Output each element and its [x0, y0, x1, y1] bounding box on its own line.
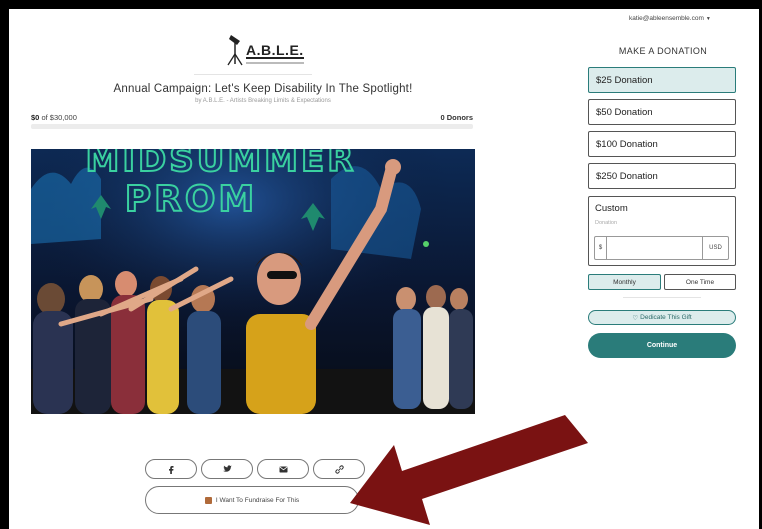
campaign-byline: by A.B.L.E. - Artists Breaking Limits & …: [195, 98, 331, 104]
link-icon: [334, 464, 344, 474]
able-logo: A.B.L.E.: [225, 32, 305, 70]
heart-icon: ♡: [632, 314, 639, 322]
custom-amount-input[interactable]: [607, 237, 702, 259]
raised-goal: of $30,000: [41, 113, 77, 122]
donation-page: katie@ableensemble.com ▼ A.B.L.E. Annual …: [9, 9, 759, 529]
account-email: katie@ableensemble.com: [629, 15, 704, 22]
share-facebook-button[interactable]: [145, 459, 197, 479]
share-buttons: [145, 459, 375, 479]
fundraise-button[interactable]: I Want To Fundraise For This: [145, 486, 359, 514]
donation-heading: MAKE A DONATION: [618, 46, 708, 56]
campaign-title: Annual Campaign: Let's Keep Disability I…: [113, 83, 413, 95]
fundraise-label: I Want To Fundraise For This: [215, 496, 300, 504]
logo-wordmark: A.B.L.E.: [246, 42, 304, 59]
account-menu[interactable]: katie@ableensemble.com ▼: [629, 15, 711, 22]
svg-text:PROM: PROM: [125, 179, 258, 220]
donor-count: 0 Donors: [440, 113, 473, 122]
share-email-button[interactable]: [257, 459, 309, 479]
frequency-one-time-button[interactable]: One Time: [664, 274, 736, 290]
raised-amount: $0: [31, 113, 40, 122]
dedicate-label: Dedicate This Gift: [640, 314, 692, 321]
currency-symbol: $: [595, 237, 607, 259]
progress-bar: [31, 124, 473, 129]
custom-sub-label: Donation: [595, 220, 618, 226]
raised-summary: $0 of $30,000: [31, 113, 77, 122]
dedicate-gift-button[interactable]: ♡ Dedicate This Gift: [588, 310, 736, 325]
svg-text:MIDSUMMER: MIDSUMMER: [86, 149, 357, 180]
donation-50-button[interactable]: $50 Donation: [588, 99, 736, 125]
divider: [623, 297, 701, 298]
continue-button[interactable]: Continue: [588, 333, 736, 358]
chevron-down-icon: ▼: [705, 16, 711, 22]
donation-100-button[interactable]: $100 Donation: [588, 131, 736, 157]
facebook-icon: [169, 465, 174, 474]
twitter-icon: [222, 465, 232, 472]
logo-tagline: [246, 62, 304, 64]
campaign-hero-image: MIDSUMMER PROM: [31, 149, 475, 414]
custom-donation-box: Custom Donation $ USD: [588, 196, 736, 266]
share-link-button[interactable]: [313, 459, 365, 479]
donation-25-button[interactable]: $25 Donation: [588, 67, 736, 93]
currency-code: USD: [702, 237, 728, 259]
custom-amount-group: $ USD: [594, 236, 729, 260]
custom-label: Custom: [595, 203, 628, 214]
divider: [194, 74, 312, 75]
share-twitter-button[interactable]: [201, 459, 253, 479]
donation-250-button[interactable]: $250 Donation: [588, 163, 736, 189]
fundraise-icon: [204, 496, 212, 504]
frequency-monthly-button[interactable]: Monthly: [588, 274, 661, 290]
spotlight-logo-icon: [227, 35, 243, 66]
email-icon: [279, 466, 287, 472]
